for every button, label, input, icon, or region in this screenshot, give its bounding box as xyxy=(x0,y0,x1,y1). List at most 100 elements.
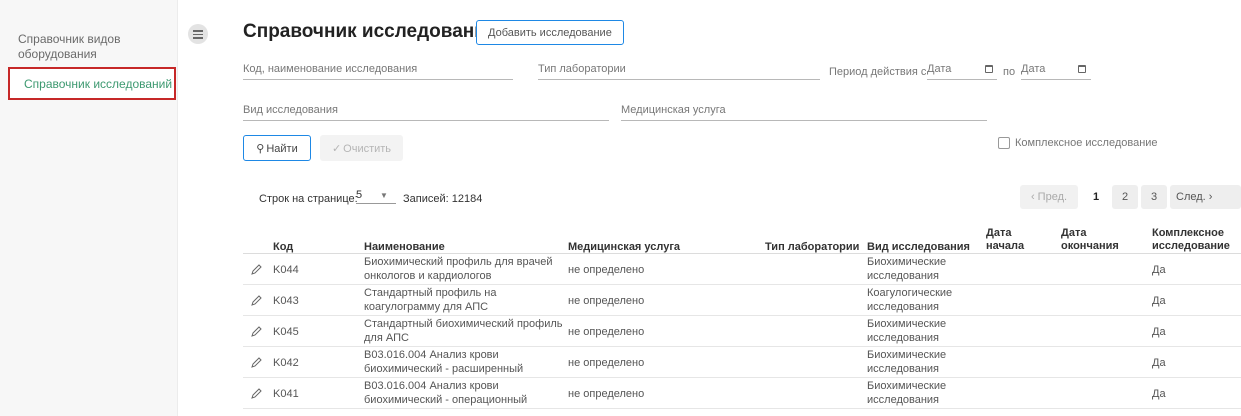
cell-name: B03.016.004 Анализ крови биохимический - … xyxy=(364,379,527,407)
page-3-button[interactable]: 3 xyxy=(1141,185,1167,209)
table-header: Код Наименование Медицинская услуга Тип … xyxy=(243,227,1241,254)
col-complex[interactable]: Комплексное исследование xyxy=(1152,227,1230,253)
clear-label: Очистить xyxy=(343,142,392,155)
cell-type-l2: исследования xyxy=(867,332,939,344)
pencil-icon[interactable] xyxy=(251,326,262,337)
col-research-type[interactable]: Вид исследования xyxy=(867,241,970,254)
page-1-button[interactable]: 1 xyxy=(1083,185,1109,209)
code-name-placeholder: Код, наименование исследования xyxy=(243,63,418,75)
cell-code: K042 xyxy=(273,357,299,369)
research-type-select[interactable]: Вид исследования xyxy=(243,103,609,121)
cell-name-l1: B03.016.004 Анализ крови xyxy=(364,349,499,361)
cell-name-l2: онкологов и кардиологов xyxy=(364,270,492,282)
chevron-right-icon: › xyxy=(1208,191,1213,203)
sidebar-item-researches[interactable]: Справочник исследований xyxy=(8,67,176,100)
cell-research-type: Коагулогические исследования xyxy=(867,286,952,314)
lab-type-select[interactable]: Тип лаборатории xyxy=(538,62,820,80)
pencil-icon[interactable] xyxy=(251,264,262,275)
cell-name-l1: Стандартный биохимический профиль xyxy=(364,318,563,330)
next-page-button[interactable]: След. › xyxy=(1170,185,1241,209)
lab-type-placeholder: Тип лаборатории xyxy=(538,63,626,75)
cell-type-l1: Биохимические xyxy=(867,318,947,330)
rows-per-page-value: 5 xyxy=(356,189,363,201)
menu-icon[interactable] xyxy=(188,24,208,44)
col-end-date[interactable]: Дата окончания xyxy=(1061,227,1119,253)
col-start-date-l2: начала xyxy=(986,240,1025,252)
cell-type-l2: исследования xyxy=(867,270,939,282)
cell-code: K045 xyxy=(273,326,299,338)
calendar-icon[interactable] xyxy=(1078,65,1086,73)
pencil-icon[interactable] xyxy=(251,388,262,399)
page-2-button[interactable]: 2 xyxy=(1112,185,1138,209)
cell-type-l2: исследования xyxy=(867,301,939,313)
chevron-down-icon[interactable]: ▼ xyxy=(380,191,388,200)
cell-type-l1: Биохимические xyxy=(867,256,947,268)
table-row[interactable]: K041 B03.016.004 Анализ крови биохимическ… xyxy=(243,378,1241,409)
eraser-icon: ✓ xyxy=(331,142,342,155)
cell-name-l2: биохимический - операционный xyxy=(364,394,528,406)
cell-med-service: не определено xyxy=(568,357,645,369)
med-service-placeholder: Медицинская услуга xyxy=(621,104,726,116)
search-icon: ⚲ xyxy=(256,142,265,155)
research-type-placeholder: Вид исследования xyxy=(243,104,338,116)
cell-name-l2: для АПС xyxy=(364,332,409,344)
cell-type-l1: Коагулогические xyxy=(867,287,953,299)
cell-name-l1: Биохимический профиль для врачей xyxy=(364,256,553,268)
calendar-icon[interactable] xyxy=(985,65,993,73)
sidebar: Справочник видов оборудования Справочник… xyxy=(0,0,178,416)
col-complex-l1: Комплексное xyxy=(1152,227,1224,239)
find-label: Найти xyxy=(266,142,298,155)
rows-per-page-label: Строк на странице: xyxy=(259,193,358,205)
cell-complex: Да xyxy=(1152,326,1166,338)
cell-med-service: не определено xyxy=(568,264,645,276)
col-end-date-l1: Дата xyxy=(1061,227,1087,239)
table-row[interactable]: K045 Стандартный биохимический профиль дл… xyxy=(243,316,1241,347)
cell-name-l1: Стандартный профиль на xyxy=(364,287,497,299)
col-lab-type[interactable]: Тип лаборатории xyxy=(765,241,859,254)
find-button[interactable]: ⚲ Найти xyxy=(243,135,311,161)
cell-research-type: Биохимические исследования xyxy=(867,317,946,345)
cell-complex: Да xyxy=(1152,388,1166,400)
cell-complex: Да xyxy=(1152,264,1166,276)
next-label: След. xyxy=(1176,191,1206,203)
pencil-icon[interactable] xyxy=(251,295,262,306)
cell-name-l2: биохимический - расширенный xyxy=(364,363,524,375)
cell-complex: Да xyxy=(1152,357,1166,369)
table-row[interactable]: K042 B03.016.004 Анализ крови биохимическ… xyxy=(243,347,1241,378)
cell-med-service: не определено xyxy=(568,326,645,338)
pencil-icon[interactable] xyxy=(251,357,262,368)
col-start-date-l1: Дата xyxy=(986,227,1012,239)
period-to-label: по xyxy=(1003,66,1016,78)
cell-name-l2: коагулограмму для АПС xyxy=(364,301,489,313)
cell-complex: Да xyxy=(1152,295,1166,307)
col-start-date[interactable]: Дата начала xyxy=(986,227,1024,253)
clear-button[interactable]: ✓ Очистить xyxy=(320,135,403,161)
cell-type-l2: исследования xyxy=(867,394,939,406)
table-row[interactable]: K043 Стандартный профиль на коагулограмму… xyxy=(243,285,1241,316)
col-code[interactable]: Код xyxy=(273,241,293,254)
sidebar-item-equipment-types[interactable]: Справочник видов оборудования xyxy=(18,32,168,62)
cell-med-service: не определено xyxy=(568,388,645,400)
cell-type-l1: Биохимические xyxy=(867,380,947,392)
cell-med-service: не определено xyxy=(568,295,645,307)
table-row[interactable]: K044 Биохимический профиль для врачей онк… xyxy=(243,254,1241,285)
cell-research-type: Биохимические исследования xyxy=(867,255,946,283)
chevron-left-icon: ‹ xyxy=(1030,191,1035,203)
cell-type-l2: исследования xyxy=(867,363,939,375)
code-name-input[interactable]: Код, наименование исследования xyxy=(243,62,513,80)
med-service-select[interactable]: Медицинская услуга xyxy=(621,103,987,121)
add-research-button[interactable]: Добавить исследование xyxy=(476,20,624,45)
cell-code: K043 xyxy=(273,295,299,307)
prev-page-button[interactable]: ‹ Пред. xyxy=(1020,185,1078,209)
cell-research-type: Биохимические исследования xyxy=(867,348,946,376)
cell-code: K041 xyxy=(273,388,299,400)
cell-type-l1: Биохимические xyxy=(867,349,947,361)
prev-label: Пред. xyxy=(1037,191,1068,203)
complex-checkbox[interactable] xyxy=(998,137,1010,149)
date-to-placeholder: Дата xyxy=(1021,63,1046,75)
cell-name: Биохимический профиль для врачей онколого… xyxy=(364,255,553,283)
rows-per-page-select[interactable]: 5 xyxy=(356,189,396,204)
col-name[interactable]: Наименование xyxy=(364,241,445,254)
col-med-service[interactable]: Медицинская услуга xyxy=(568,241,680,254)
cell-name: Стандартный биохимический профиль для АПС xyxy=(364,317,563,345)
